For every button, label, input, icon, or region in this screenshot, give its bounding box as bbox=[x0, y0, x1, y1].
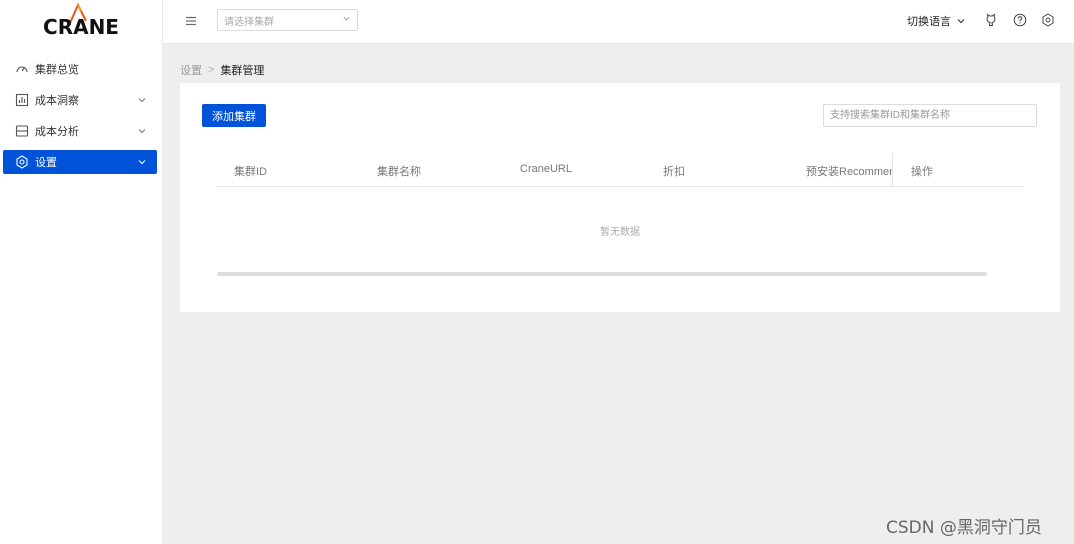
top-header: 请选择集群 切换语言 bbox=[163, 0, 1074, 44]
column-header-preinstall-recommend: 预安装Recommend bbox=[806, 166, 892, 178]
watermark: CSDN @黑洞守门员 bbox=[886, 518, 1042, 538]
column-header-cluster-name: 集群名称 bbox=[377, 166, 421, 178]
logo-text: CRANE bbox=[43, 14, 119, 39]
add-cluster-button[interactable]: 添加集群 bbox=[202, 104, 266, 127]
github-icon[interactable] bbox=[984, 13, 998, 27]
cluster-management-card: 添加集群 集群ID 集群名称 CraneURL 折扣 预安装Recommend … bbox=[180, 83, 1060, 312]
help-icon[interactable] bbox=[1013, 13, 1027, 27]
fixed-column-divider bbox=[892, 153, 893, 186]
chevron-down-icon bbox=[137, 95, 147, 105]
search-input[interactable] bbox=[823, 104, 1037, 127]
breadcrumb: 设置 > 集群管理 bbox=[180, 62, 264, 78]
chevron-down-icon bbox=[956, 16, 966, 26]
settings-icon[interactable] bbox=[1041, 13, 1055, 27]
sidebar: CRANE 集群总览 成本洞察 成本分析 设置 bbox=[0, 0, 163, 544]
language-switch[interactable]: 切换语言 bbox=[907, 13, 966, 29]
logo[interactable]: CRANE bbox=[0, 0, 162, 43]
sidebar-item-label: 成本分析 bbox=[35, 126, 79, 138]
horizontal-scrollbar[interactable] bbox=[217, 272, 987, 276]
cluster-select-placeholder: 请选择集群 bbox=[224, 16, 274, 28]
sidebar-item-cost-insight[interactable]: 成本洞察 bbox=[3, 88, 157, 112]
chevron-down-icon bbox=[137, 126, 147, 136]
sidebar-item-cost-analysis[interactable]: 成本分析 bbox=[3, 119, 157, 143]
breadcrumb-current: 集群管理 bbox=[220, 65, 265, 77]
gear-icon bbox=[15, 155, 29, 169]
column-header-crane-url: CraneURL bbox=[520, 163, 572, 175]
dashboard-icon bbox=[15, 62, 29, 76]
breadcrumb-separator: > bbox=[208, 64, 215, 76]
layers-icon bbox=[15, 124, 29, 138]
chart-icon bbox=[15, 93, 29, 107]
chevron-down-icon bbox=[137, 157, 147, 167]
language-label: 切换语言 bbox=[907, 16, 951, 28]
sidebar-item-settings[interactable]: 设置 bbox=[3, 150, 157, 174]
sidebar-item-overview[interactable]: 集群总览 bbox=[3, 57, 157, 81]
column-header-cluster-id: 集群ID bbox=[234, 166, 267, 178]
cluster-select[interactable]: 请选择集群 bbox=[217, 9, 358, 31]
sidebar-item-label: 成本洞察 bbox=[35, 95, 79, 107]
column-header-actions: 操作 bbox=[911, 166, 933, 178]
table-header: 集群ID 集群名称 CraneURL 折扣 预安装Recommend 操作 bbox=[217, 153, 1023, 187]
chevron-down-icon bbox=[342, 14, 351, 26]
empty-state: 暂无数据 bbox=[600, 227, 640, 238]
sidebar-item-label: 集群总览 bbox=[35, 64, 79, 76]
sidebar-item-label: 设置 bbox=[35, 157, 57, 169]
breadcrumb-root[interactable]: 设置 bbox=[180, 62, 202, 78]
column-header-discount: 折扣 bbox=[663, 166, 685, 178]
menu-toggle-icon[interactable] bbox=[184, 14, 198, 28]
sidebar-nav: 集群总览 成本洞察 成本分析 设置 bbox=[0, 57, 162, 174]
